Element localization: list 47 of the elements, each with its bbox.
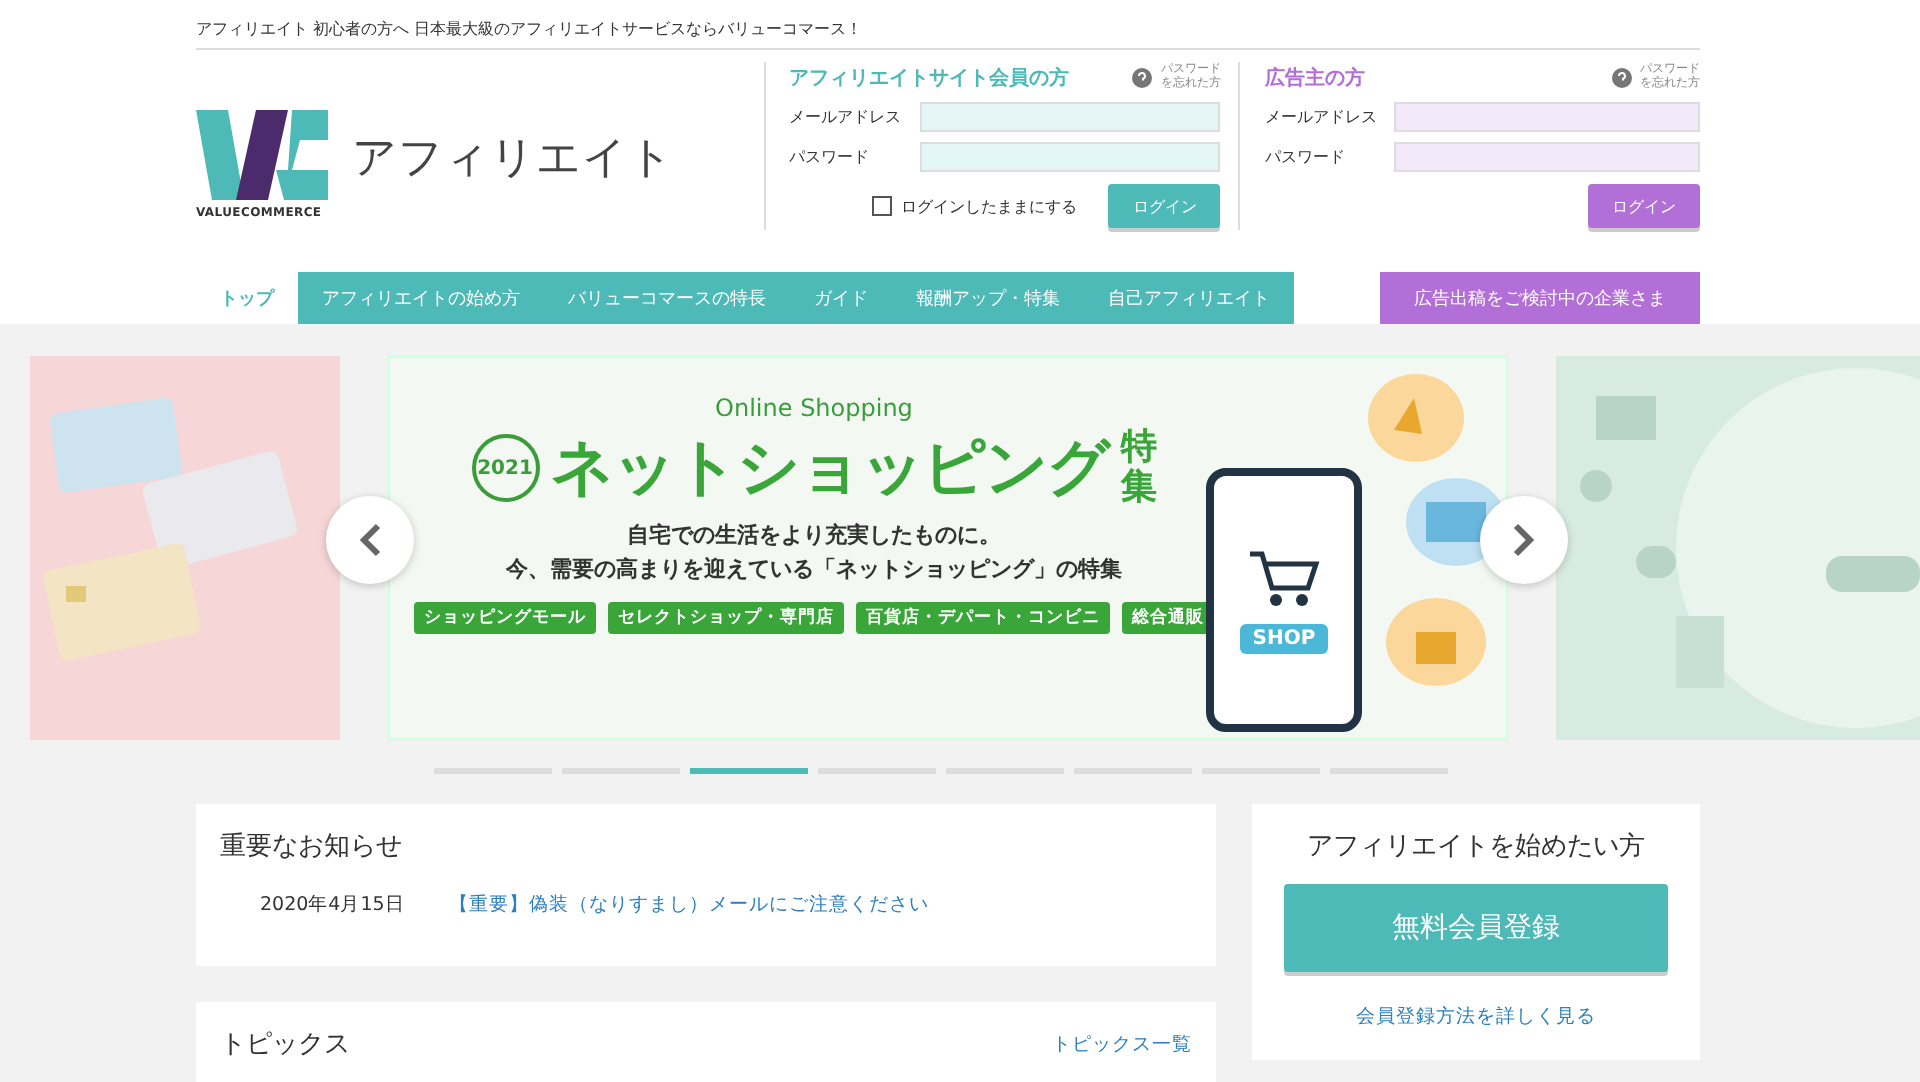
panel-title: 広告主の方	[1264, 64, 1365, 92]
password-field[interactable]	[1394, 142, 1700, 172]
logo-title: アフィリエイト	[352, 131, 674, 187]
shop-label: SHOP	[1240, 623, 1328, 653]
checkbox[interactable]	[872, 196, 893, 216]
nav-tab[interactable]: アフィリエイトの始め方	[298, 272, 544, 324]
card-title: トピックス	[220, 1028, 350, 1062]
help-icon[interactable]	[1611, 68, 1632, 88]
card-title: アフィリエイトを始めたい方	[1307, 830, 1645, 864]
nav-tab[interactable]: ガイド	[790, 272, 892, 324]
chevron-right-icon	[1512, 522, 1536, 558]
topics-link[interactable]: トピックス一覧	[1052, 1031, 1192, 1057]
login-button[interactable]: ログイン	[1587, 184, 1700, 228]
help-icon[interactable]	[1132, 68, 1153, 88]
checkbox-label: ログインしたままにする	[900, 195, 1077, 217]
email-field[interactable]	[919, 102, 1221, 132]
category-tag: セレクトショップ・専門店	[608, 602, 844, 634]
banner-headline-suffix: 特集	[1121, 428, 1157, 508]
field-label: メールアドレス	[789, 106, 904, 128]
panel-title: アフィリエイトサイト会員の方	[789, 64, 1070, 92]
year-badge: 2021	[471, 434, 539, 502]
banner-text: 自宅での生活をより充実したものに。	[627, 520, 1001, 552]
card-title: 重要なお知らせ	[220, 830, 404, 864]
category-tag: ショッピングモール	[414, 602, 596, 634]
notice-date: 2020年4月15日	[260, 892, 405, 918]
nav-tab[interactable]: バリューコマースの特長	[544, 272, 790, 324]
logo-icon	[196, 110, 328, 200]
field-label: パスワード	[789, 146, 872, 168]
password-field[interactable]	[919, 142, 1221, 172]
login-button[interactable]: ログイン	[1108, 184, 1221, 228]
email-field[interactable]	[1394, 102, 1700, 132]
field-label: パスワード	[1264, 146, 1347, 168]
nav-tab[interactable]: 報酬アップ・特集	[892, 272, 1084, 324]
tagline: アフィリエイト 初心者の方へ 日本最大級のアフィリエイトサービスならバリューコマース！	[196, 0, 1700, 50]
banner-kicker: Online Shopping	[715, 394, 913, 422]
category-tag: 百貨店・デパート・コンビニ	[856, 602, 1110, 634]
carousel-indicator[interactable]	[690, 768, 808, 774]
nav-tab[interactable]: 広告出稿をご検討中の企業さま	[1380, 272, 1700, 324]
nav-tab[interactable]: 自己アフィリエイト	[1084, 272, 1294, 324]
signup-button[interactable]: 無料会員登録	[1284, 884, 1668, 972]
field-label: メールアドレス	[1264, 106, 1379, 128]
banner-text: 今、需要の高まりを迎えている「ネットショッピング」の特集	[506, 554, 1122, 586]
signup-info-link[interactable]: 会員登録方法を詳しく見る	[1356, 1004, 1596, 1030]
notice-link[interactable]: 【重要】偽装（なりすまし）メールにご注意ください	[448, 892, 929, 918]
chevron-left-icon	[358, 522, 382, 558]
banner-headline: ネットショッピング	[551, 430, 1109, 508]
cart-icon	[1248, 547, 1320, 607]
